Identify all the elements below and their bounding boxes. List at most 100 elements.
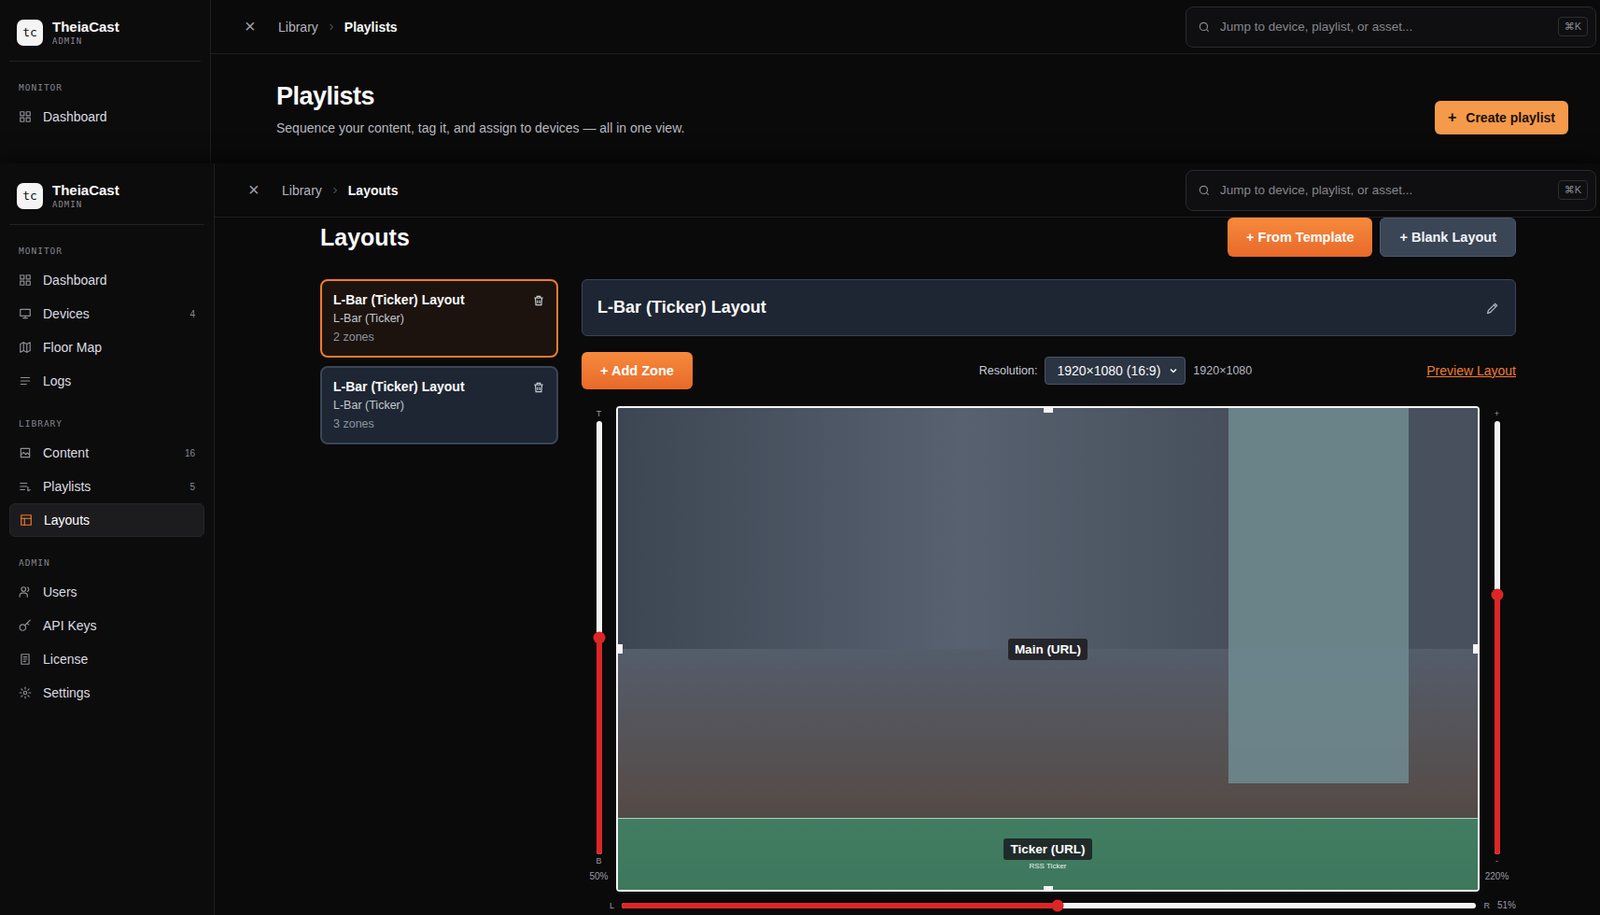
- brand-role: ADMIN: [52, 199, 120, 210]
- sidebar-section: ADMIN Users API Keys License Settings: [9, 557, 205, 710]
- nav-icon: [18, 479, 32, 493]
- layout-card[interactable]: L-Bar (Ticker) Layout L-Bar (Ticker) 2 z…: [320, 279, 559, 358]
- sidebar-item[interactable]: Playlists 5: [9, 469, 205, 504]
- search-field[interactable]: Jump to device, playlist, or asset... ⌘K: [1185, 6, 1597, 48]
- sidebar-item[interactable]: Settings: [9, 675, 205, 710]
- breadcrumb-item[interactable]: Library: [278, 19, 319, 35]
- nav-icon: [18, 340, 32, 354]
- resize-handle[interactable]: [1473, 644, 1478, 654]
- search-icon: [1197, 183, 1211, 197]
- breadcrumb-item[interactable]: Layouts: [348, 182, 399, 198]
- section-label: LIBRARY: [9, 418, 205, 436]
- logo: tc: [16, 19, 43, 46]
- sidebar-item[interactable]: Layouts: [9, 503, 205, 537]
- sidebar-item[interactable]: Dashboard: [9, 99, 201, 134]
- resize-handle[interactable]: [617, 644, 623, 654]
- nav-icon: [19, 513, 33, 527]
- topbar: × Library Playlists Jump to device, play…: [210, 0, 1600, 55]
- nav-icon: [18, 585, 32, 599]
- breadcrumb: Library Layouts: [281, 182, 398, 198]
- resolution-label: Resolution:: [979, 364, 1039, 378]
- layout-list: L-Bar (Ticker) Layout L-Bar (Ticker) 2 z…: [320, 279, 559, 913]
- create-playlist-button[interactable]: + Create playlist: [1434, 100, 1569, 135]
- resolution-text: 1920×1080: [1192, 364, 1252, 378]
- nav-icon: [18, 273, 32, 287]
- slider-thumb[interactable]: [1490, 588, 1503, 601]
- nav-icon: [18, 374, 32, 388]
- item-count: 16: [184, 448, 196, 459]
- layout-create-button[interactable]: + From Template: [1227, 217, 1373, 257]
- zone-content: RSS Ticker: [1028, 861, 1067, 871]
- sidebar-item[interactable]: Devices 4: [9, 296, 205, 331]
- chevron-icon: [325, 21, 337, 33]
- slider-track[interactable]: [596, 421, 603, 855]
- nav-icon: [18, 446, 32, 460]
- slider-track[interactable]: [621, 902, 1476, 909]
- search-field[interactable]: Jump to device, playlist, or asset... ⌘K: [1185, 169, 1597, 211]
- breadcrumb-item[interactable]: Playlists: [344, 19, 398, 35]
- layout-create-button[interactable]: + Blank Layout: [1379, 217, 1516, 257]
- layout-editor: L-Bar (Ticker) Layout + Add Zone Resolut…: [581, 279, 1516, 913]
- slider-reading: 220%: [1485, 870, 1510, 883]
- slider-thumb[interactable]: [592, 631, 605, 645]
- page-title: Layouts: [320, 224, 410, 252]
- layout-canvas[interactable]: Main (URL) Ticker (URL) RSS Ticker: [616, 406, 1480, 892]
- chevron-down-icon: [1167, 364, 1179, 377]
- resize-handle[interactable]: [1043, 407, 1053, 413]
- trash-icon[interactable]: [532, 294, 546, 308]
- close-button[interactable]: ×: [248, 179, 267, 201]
- zone-label: Ticker (URL): [1003, 838, 1092, 860]
- horizontal-slider[interactable]: L R 51%: [581, 898, 1516, 913]
- layout-card[interactable]: L-Bar (Ticker) Layout L-Bar (Ticker) 3 z…: [320, 365, 559, 445]
- resolution-select[interactable]: 1920×1080 (16:9): [1044, 356, 1186, 385]
- nav-icon: [18, 618, 32, 632]
- brand-name: TheiaCast: [52, 182, 120, 198]
- layout-name-field[interactable]: L-Bar (Ticker) Layout: [581, 279, 1516, 337]
- search-icon: [1197, 20, 1211, 34]
- sidebar-section: LIBRARY Content 16 Playlists 5 Layouts: [9, 418, 205, 537]
- nav-icon: [18, 110, 32, 124]
- logo: tc: [16, 182, 43, 210]
- vertical-slider[interactable]: T B 50%: [581, 408, 617, 883]
- preview-link[interactable]: Preview Layout: [1426, 363, 1516, 379]
- trash-icon[interactable]: [532, 380, 546, 394]
- brand[interactable]: tc TheiaCast ADMIN: [9, 178, 205, 225]
- zone-label: Main (URL): [1008, 638, 1088, 660]
- shortcut-badge: ⌘K: [1557, 16, 1588, 37]
- page-subtitle: Sequence your content, tag it, and assig…: [276, 120, 685, 136]
- plus-icon: +: [1447, 109, 1457, 127]
- nav-icon: [18, 307, 32, 321]
- sidebar-item[interactable]: Floor Map: [9, 330, 205, 365]
- pencil-icon[interactable]: [1485, 300, 1501, 316]
- shortcut-badge: ⌘K: [1557, 180, 1588, 200]
- item-count: 5: [189, 481, 196, 492]
- add-zone-button[interactable]: + Add Zone: [581, 351, 693, 390]
- item-count: 4: [189, 308, 196, 320]
- sidebar-item[interactable]: Users: [9, 575, 205, 609]
- screen: tc TheiaCast ADMIN MONITOR Dashboard × L…: [0, 0, 1600, 915]
- breadcrumb-item[interactable]: Library: [281, 182, 323, 198]
- resize-handle[interactable]: [1043, 885, 1053, 890]
- nav-icon: [18, 652, 32, 666]
- nav-icon: [18, 686, 32, 700]
- zone[interactable]: Ticker (URL) RSS Ticker: [617, 817, 1478, 890]
- section-label: MONITOR: [9, 82, 201, 100]
- page-title: Playlists: [276, 82, 685, 112]
- sidebar-item[interactable]: Logs: [9, 364, 205, 398]
- sidebar-item[interactable]: Content 16: [9, 435, 205, 470]
- slider-track[interactable]: [1494, 421, 1501, 855]
- brand-name: TheiaCast: [52, 18, 120, 35]
- sidebar-item[interactable]: Dashboard: [9, 263, 205, 297]
- brand-role: ADMIN: [52, 36, 120, 46]
- sidebar-item[interactable]: License: [9, 642, 205, 676]
- sidebar: tc TheiaCast ADMIN MONITOR Dashboard Dev…: [0, 163, 215, 915]
- close-button[interactable]: ×: [244, 15, 264, 38]
- section-label: ADMIN: [9, 557, 205, 576]
- chevron-icon: [329, 184, 341, 197]
- vertical-slider[interactable]: + - 220%: [1479, 408, 1515, 883]
- slider-thumb[interactable]: [1051, 899, 1064, 913]
- section-label: MONITOR: [9, 245, 205, 264]
- brand[interactable]: tc TheiaCast ADMIN: [9, 14, 201, 62]
- slider-reading: 50%: [589, 870, 608, 883]
- sidebar-item[interactable]: API Keys: [9, 608, 205, 643]
